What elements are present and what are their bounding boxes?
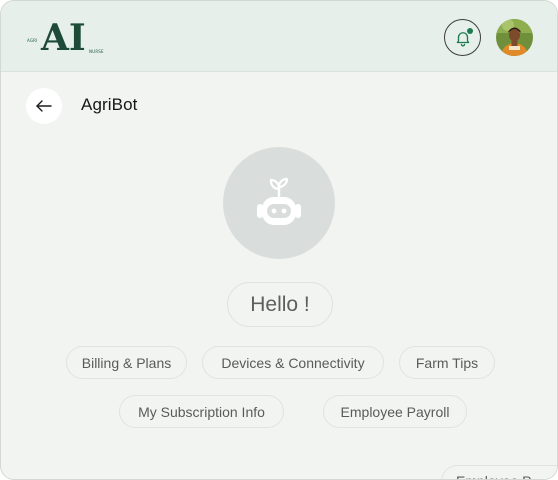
bot-avatar bbox=[223, 147, 335, 259]
page-title: AgriBot bbox=[81, 95, 138, 114]
logo-mark: AI bbox=[41, 17, 86, 59]
brand-logo[interactable]: AGRI AI NURSE bbox=[27, 19, 109, 57]
top-bar: AGRI AI NURSE bbox=[1, 1, 557, 72]
user-avatar[interactable] bbox=[496, 19, 533, 56]
greeting-bubble: Hello ! bbox=[227, 282, 333, 327]
suggestion-farm-tips[interactable]: Farm Tips bbox=[399, 346, 495, 379]
robot-sprout-icon bbox=[257, 177, 301, 225]
notification-dot bbox=[467, 28, 473, 34]
suggestion-billing-plans[interactable]: Billing & Plans bbox=[66, 346, 187, 379]
back-button[interactable] bbox=[26, 88, 62, 124]
suggestion-subscription-info[interactable]: My Subscription Info bbox=[119, 395, 284, 428]
suggestion-employee-payroll[interactable]: Employee Payroll bbox=[323, 395, 467, 428]
logo-prefix: AGRI bbox=[27, 38, 38, 43]
avatar-image bbox=[496, 19, 533, 56]
notifications-button[interactable] bbox=[444, 19, 481, 56]
logo-suffix: NURSE bbox=[89, 49, 104, 54]
suggestion-devices-connectivity[interactable]: Devices & Connectivity bbox=[202, 346, 384, 379]
suggestion-partial[interactable]: Employee P bbox=[441, 465, 557, 479]
arrow-left-icon bbox=[36, 100, 52, 112]
app-window: AGRI AI NURSE AgriBot Hello ! Billing & … bbox=[0, 0, 558, 480]
